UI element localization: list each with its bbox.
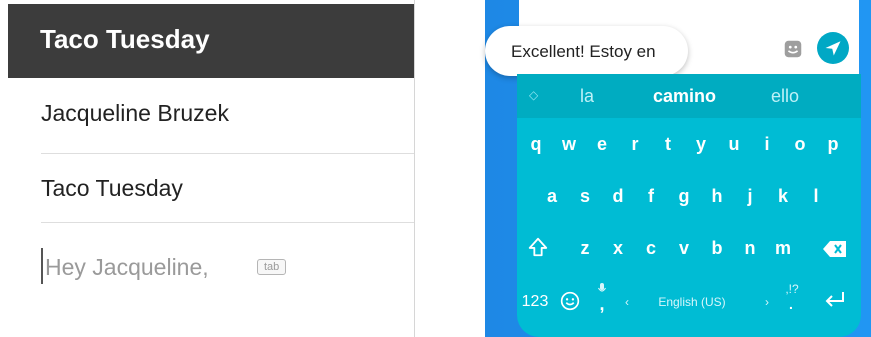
to-field[interactable]: Jacqueline Bruzek [41, 100, 229, 127]
emoji-icon[interactable] [560, 291, 580, 311]
suggestion-center[interactable]: camino [653, 86, 716, 107]
divider [41, 153, 414, 154]
key-o[interactable]: o [787, 134, 813, 155]
key-p[interactable]: p [820, 134, 846, 155]
key-i[interactable]: i [754, 134, 780, 155]
key-u[interactable]: u [721, 134, 747, 155]
suggestion-right[interactable]: ello [771, 86, 799, 107]
key-k[interactable]: k [770, 186, 796, 207]
chevron-right-icon: › [765, 295, 769, 309]
expand-icon[interactable]: ◇ [529, 88, 539, 104]
key-n[interactable]: n [737, 238, 763, 259]
key-r[interactable]: r [622, 134, 648, 155]
key-z[interactable]: z [572, 238, 598, 259]
enter-icon[interactable] [823, 290, 847, 310]
period-key[interactable]: . [785, 296, 797, 312]
send-button[interactable] [817, 32, 849, 64]
key-h[interactable]: h [704, 186, 730, 207]
key-v[interactable]: v [671, 238, 697, 259]
key-y[interactable]: y [688, 134, 714, 155]
keyboard: ◇ la camino ello q w e r t y u i o p a s… [517, 74, 861, 337]
key-d[interactable]: d [605, 186, 631, 207]
punctuation-hint: ,!? [785, 282, 799, 296]
key-t[interactable]: t [655, 134, 681, 155]
key-q[interactable]: q [523, 134, 549, 155]
body-field[interactable]: Hey Jacqueline, [45, 254, 209, 281]
key-e[interactable]: e [589, 134, 615, 155]
compose-title: Taco Tuesday [40, 24, 210, 54]
smart-reply-bubble[interactable]: Excellent! Estoy en [485, 26, 688, 76]
compose-panel: Taco Tuesday Jacqueline Bruzek Taco Tues… [8, 0, 415, 337]
key-f[interactable]: f [638, 186, 664, 207]
subject-field[interactable]: Taco Tuesday [41, 175, 183, 202]
comma-key[interactable]: , [589, 294, 615, 315]
tab-hint-chip[interactable]: tab [257, 259, 287, 275]
backspace-icon[interactable] [822, 240, 848, 258]
send-icon [825, 41, 841, 56]
suggestion-left[interactable]: la [580, 86, 594, 107]
chevron-left-icon: ‹ [625, 295, 629, 309]
compose-header: Taco Tuesday [8, 4, 414, 78]
key-j[interactable]: j [737, 186, 763, 207]
key-s[interactable]: s [572, 186, 598, 207]
key-x[interactable]: x [605, 238, 631, 259]
key-b[interactable]: b [704, 238, 730, 259]
text-cursor [41, 248, 43, 284]
key-w[interactable]: w [556, 134, 582, 155]
sticker-icon[interactable] [782, 38, 804, 60]
key-c[interactable]: c [638, 238, 664, 259]
space-bar[interactable]: English (US) [637, 295, 747, 309]
shift-icon[interactable] [527, 236, 549, 258]
key-l[interactable]: l [803, 186, 829, 207]
numbers-key[interactable]: 123 [517, 293, 553, 311]
divider [41, 222, 414, 223]
key-a[interactable]: a [539, 186, 565, 207]
suggestion-strip: ◇ la camino ello [517, 74, 861, 118]
smart-reply-text: Excellent! Estoy en [511, 42, 656, 61]
key-m[interactable]: m [770, 238, 796, 259]
key-g[interactable]: g [671, 186, 697, 207]
phone-screen: Excellent! Estoy en ◇ la camino ello q w… [485, 0, 871, 337]
